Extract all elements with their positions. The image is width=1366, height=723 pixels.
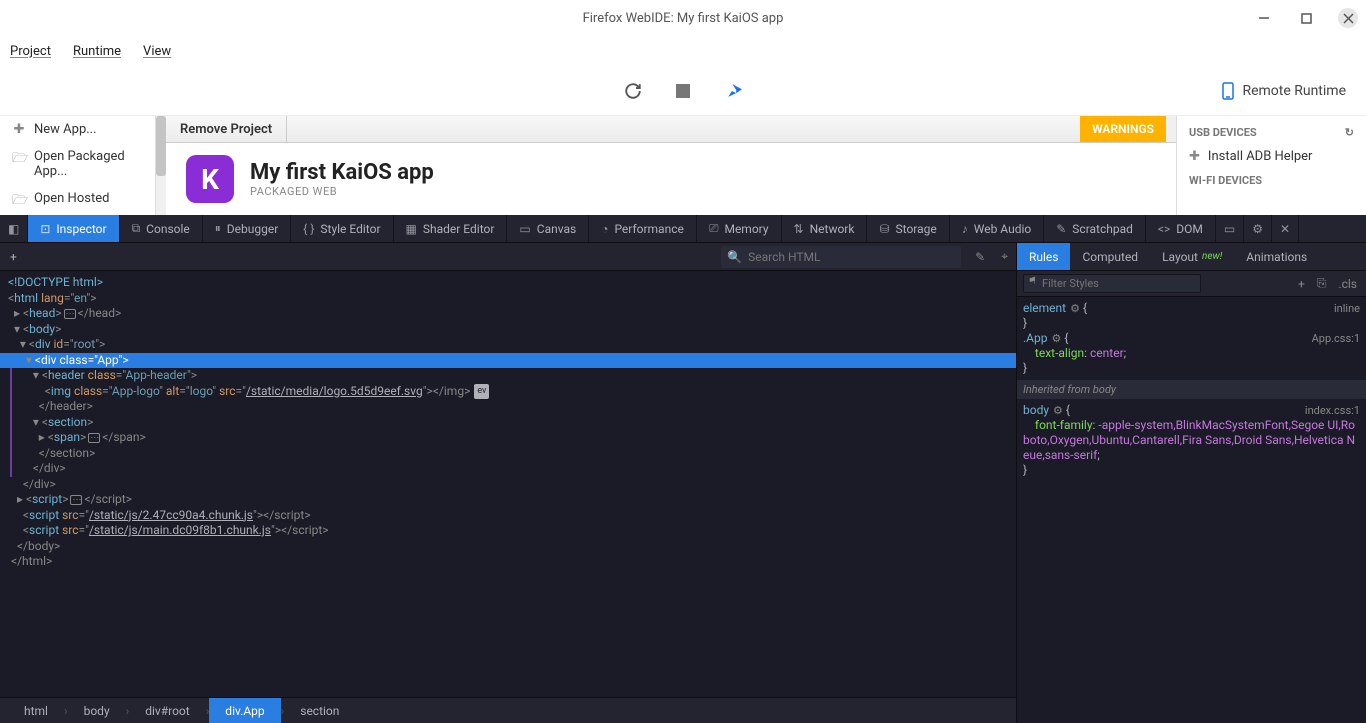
titlebar: Firefox WebIDE: My first KaiOS app (0, 0, 1366, 36)
reload-button[interactable] (623, 81, 643, 101)
center-panel: Remove Project WARNINGS K My first KaiOS… (166, 116, 1176, 215)
window-controls (1254, 8, 1358, 28)
scrollbar-thumb[interactable] (156, 116, 166, 176)
eyedropper-button[interactable]: ⌖ (993, 249, 1016, 264)
content-row: ✚ New App... 🗁 Open Packaged App... 🗁 Op… (0, 116, 1366, 215)
add-node-button[interactable]: + (0, 250, 27, 264)
tab-scratchpad[interactable]: ✎Scratchpad (1044, 215, 1146, 242)
inherited-from-label: Inherited from body (1017, 380, 1366, 399)
devtools-options-button[interactable]: ⚙ (1244, 215, 1272, 242)
remote-runtime-label: Remote Runtime (1242, 83, 1346, 99)
tab-storage[interactable]: ⛁Storage (867, 215, 949, 242)
open-packaged-label: Open Packaged App... (34, 149, 143, 179)
project-subtitle: PACKAGED WEB (250, 185, 434, 198)
project-header: K My first KaiOS app PACKAGED WEB (166, 143, 1176, 215)
open-hosted-label: Open Hosted (34, 191, 109, 206)
bc-html[interactable]: html (8, 698, 64, 723)
wifi-header-label: WI-FI DEVICES (1189, 174, 1262, 187)
right-panel: USB DEVICES ↻ ✚ Install ADB Helper WI-FI… (1176, 116, 1366, 215)
usb-header-label: USB DEVICES (1189, 126, 1257, 139)
tab-console[interactable]: ⧉Console (120, 215, 203, 242)
pseudo-class-button[interactable]: ⎘ (1314, 276, 1330, 291)
refresh-icon[interactable]: ↻ (1345, 126, 1354, 139)
tab-network[interactable]: ⇅Network (782, 215, 868, 242)
menubar: Project Runtime View (0, 36, 1366, 66)
tab-dom[interactable]: <>DOM (1146, 215, 1216, 242)
inspector-left: + 🔍 ✎ ⌖ <!DOCTYPE html> <html lang="en">… (0, 243, 1016, 723)
close-button[interactable] (1338, 8, 1358, 28)
dom-tree[interactable]: <!DOCTYPE html> <html lang="en"> ▸ <head… (0, 271, 1016, 697)
inspector-toolbar: + 🔍 ✎ ⌖ (0, 243, 1016, 271)
styles-rules[interactable]: inlineelement⚙ {} App.css:1.App⚙ { text-… (1017, 297, 1366, 723)
tab-layout[interactable]: Layoutnew! (1150, 243, 1234, 270)
search-html-input[interactable] (748, 250, 955, 264)
styles-filter-bar: + ⎘ .cls (1017, 271, 1366, 297)
tab-web-audio[interactable]: ♪Web Audio (950, 215, 1044, 242)
remote-runtime[interactable]: Remote Runtime (1222, 82, 1346, 100)
iframe-picker-button[interactable]: ◧ (0, 215, 28, 242)
new-app-item[interactable]: ✚ New App... (0, 116, 155, 143)
left-panel: ✚ New App... 🗁 Open Packaged App... 🗁 Op… (0, 116, 156, 215)
left-scrollbar[interactable] (156, 116, 166, 215)
tab-style-editor[interactable]: { }Style Editor (291, 215, 393, 242)
install-adb-label: Install ADB Helper (1208, 149, 1313, 164)
stop-button[interactable] (673, 81, 693, 101)
plus-circle-icon: ✚ (1189, 149, 1200, 164)
devtools-tabs: ◧ ⊡Inspector ⧉Console ⏸Debugger { }Style… (0, 215, 1366, 243)
menu-project[interactable]: Project (10, 44, 51, 59)
responsive-mode-button[interactable]: ▭ (1216, 215, 1244, 242)
wifi-devices-header: WI-FI DEVICES (1177, 170, 1366, 191)
tab-computed[interactable]: Computed (1070, 243, 1150, 270)
maximize-button[interactable] (1296, 8, 1316, 28)
bc-body[interactable]: body (68, 698, 126, 723)
warnings-badge[interactable]: WARNINGS (1080, 116, 1166, 142)
tab-debugger[interactable]: ⏸Debugger (203, 215, 292, 242)
open-hosted-item[interactable]: 🗁 Open Hosted (0, 185, 155, 219)
minimize-button[interactable] (1254, 8, 1274, 28)
install-adb-item[interactable]: ✚ Install ADB Helper (1177, 143, 1366, 170)
plus-circle-icon: ✚ (12, 122, 26, 137)
window-title: Firefox WebIDE: My first KaiOS app (583, 11, 784, 26)
debug-button[interactable] (723, 81, 743, 101)
bc-divroot[interactable]: div#root (129, 698, 205, 723)
toolbar: Remote Runtime (0, 66, 1366, 116)
tab-inspector[interactable]: ⊡Inspector (28, 215, 119, 242)
selected-dom-node[interactable]: ▾ <div class="App"> (0, 353, 1016, 369)
tab-performance[interactable]: ◔Performance (589, 215, 697, 242)
project-title: My first KaiOS app (250, 160, 434, 185)
new-app-label: New App... (34, 122, 97, 137)
bc-section[interactable]: section (284, 698, 355, 723)
breadcrumb: html› body› div#root› div.App› section (0, 697, 1016, 723)
phone-icon (1222, 82, 1234, 100)
project-bar-scrollbar[interactable] (1166, 116, 1176, 142)
cls-toggle[interactable]: .cls (1335, 277, 1360, 291)
folder-icon: 🗁 (12, 191, 26, 213)
styles-panel: Rules Computed Layoutnew! Animations + ⎘… (1016, 243, 1366, 723)
search-icon: 🔍 (727, 250, 742, 264)
menu-view[interactable]: View (143, 44, 171, 59)
folder-icon: 🗁 (12, 149, 26, 171)
usb-devices-header: USB DEVICES ↻ (1177, 122, 1366, 143)
tab-rules[interactable]: Rules (1017, 243, 1070, 270)
styles-tabs: Rules Computed Layoutnew! Animations (1017, 243, 1366, 271)
devtools-close-button[interactable]: ✕ (1272, 215, 1299, 242)
devtools-body: + 🔍 ✎ ⌖ <!DOCTYPE html> <html lang="en">… (0, 243, 1366, 723)
tab-shader-editor[interactable]: ▦Shader Editor (394, 215, 508, 242)
remove-project-tab[interactable]: Remove Project (166, 116, 287, 142)
menu-runtime[interactable]: Runtime (73, 44, 121, 59)
search-html[interactable]: 🔍 (721, 246, 961, 268)
edit-html-button[interactable]: ✎ (967, 250, 993, 264)
tab-memory[interactable]: ⎚Memory (697, 215, 782, 242)
add-rule-button[interactable]: + (1295, 277, 1308, 291)
filter-styles-input[interactable] (1023, 274, 1201, 293)
devtools: ◧ ⊡Inspector ⧉Console ⏸Debugger { }Style… (0, 215, 1366, 723)
open-packaged-item[interactable]: 🗁 Open Packaged App... (0, 143, 155, 185)
bc-divapp[interactable]: div.App (209, 698, 280, 723)
app-icon: K (186, 155, 234, 203)
tab-animations[interactable]: Animations (1234, 243, 1319, 270)
project-bar: Remove Project WARNINGS (166, 116, 1176, 143)
tab-canvas[interactable]: ▭Canvas (507, 215, 589, 242)
